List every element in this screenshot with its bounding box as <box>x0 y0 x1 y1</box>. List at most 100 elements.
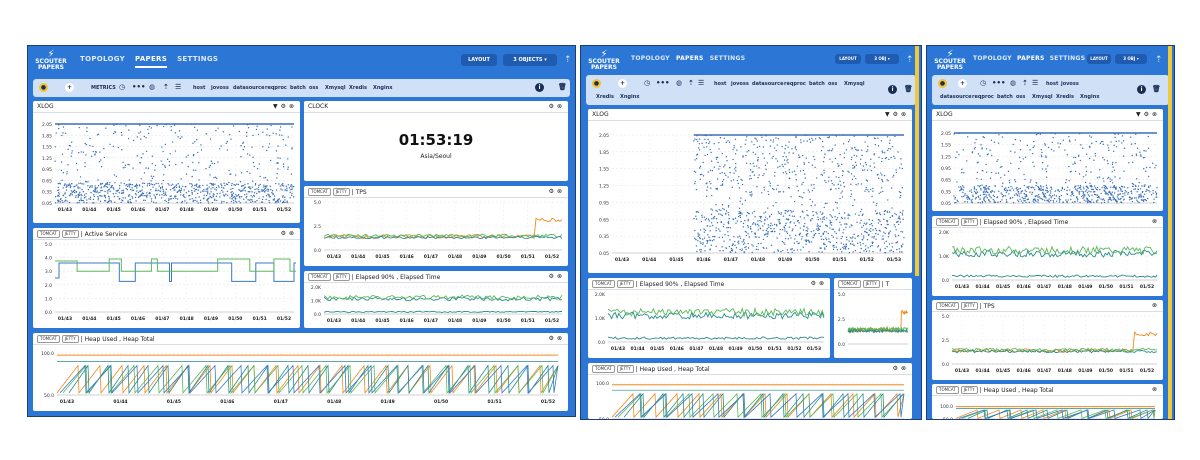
nav-settings[interactable]: SETTINGS <box>177 55 218 68</box>
filter-oss[interactable]: oss <box>1016 94 1025 100</box>
filter-oss[interactable]: oss <box>828 81 837 87</box>
filter-jovoss[interactable]: jovoss <box>211 85 229 91</box>
elapsed-chart[interactable]: 2.0K1.0K0.001/43 01/44 01/45 01/46 01/47 01/4… <box>932 216 1163 296</box>
pin-tool-icon[interactable]: ⇡ <box>688 79 694 87</box>
filter-datasource[interactable]: datasource <box>752 81 784 87</box>
menu-icon[interactable]: ☰ <box>1032 79 1038 87</box>
xlog-point <box>829 227 831 229</box>
scouter-logo[interactable]: ⚡ SCOUTER PAPERS <box>933 50 967 72</box>
xlog-chart[interactable]: 2.051.851.551.250.950.650.350.0501/43 01/… <box>588 109 912 273</box>
nav-settings[interactable]: SETTINGS <box>1050 55 1086 65</box>
pin-tool-icon[interactable]: ⇡ <box>1022 79 1028 87</box>
filter-xredis[interactable]: Xredis <box>596 94 614 100</box>
nav-papers[interactable]: PAPERS <box>676 55 704 65</box>
trash-icon[interactable]: 🗑 <box>904 85 913 93</box>
filter-host[interactable]: host <box>1046 81 1058 87</box>
nav-settings[interactable]: SETTINGS <box>710 55 746 65</box>
tps-chart[interactable]: 5.02.50.001/43 01/44 01/45 01/46 01/47 01/48 0… <box>304 186 568 266</box>
yellow-status-icon[interactable]: ● <box>592 79 601 88</box>
yellow-status-icon[interactable]: ● <box>938 79 947 88</box>
heap-chart[interactable]: 100.050.0 <box>588 363 912 419</box>
filter-xredis[interactable]: Xredis <box>349 85 367 91</box>
xlog-chart[interactable]: 2.051.851.551.250.950.650.350.0501/43 01/… <box>33 101 300 223</box>
xlog-point <box>1074 139 1076 141</box>
globe-icon[interactable]: ◍ <box>1010 79 1016 87</box>
xlog-point <box>233 195 236 198</box>
filter-datasource[interactable]: datasource <box>940 94 972 100</box>
pin-icon[interactable]: ⇡ <box>564 55 572 65</box>
tps-chart[interactable]: 5.02.50.0 <box>834 278 912 358</box>
filter-xnginx[interactable]: Xnginx <box>373 85 393 91</box>
info-icon[interactable]: i <box>888 85 897 94</box>
filter-xnginx[interactable]: Xnginx <box>1080 94 1100 100</box>
heap-chart[interactable]: 100.050.001/43 01/44 01/45 01/46 01/47 01/48 0… <box>33 333 568 411</box>
filter-xmysql[interactable]: Xmysql <box>1032 94 1053 100</box>
filter-batch[interactable]: batch <box>290 85 306 91</box>
close-icon[interactable]: ⊗ <box>557 103 565 110</box>
filter-host[interactable]: host <box>714 81 726 87</box>
objects-dropdown[interactable]: 3 OBJECTS ▾ <box>503 54 557 66</box>
filter-xmysql[interactable]: Xmysql <box>325 85 346 91</box>
more-icon[interactable]: ••• <box>656 79 669 87</box>
plus-icon[interactable]: + <box>65 83 74 92</box>
settings-icon[interactable]: ⚙ <box>549 103 557 110</box>
globe-icon[interactable]: ◍ <box>676 79 682 87</box>
scouter-logo[interactable]: ⚡ SCOUTER PAPERS <box>34 50 68 72</box>
menu-icon[interactable]: ☰ <box>698 79 704 87</box>
tps-chart[interactable]: 5.02.50.001/43 01/44 01/45 01/46 01/47 01/48 0… <box>932 300 1163 380</box>
filter-xmysql[interactable]: Xmysql <box>844 81 865 87</box>
objects-dropdown[interactable]: 3 OBJ ▾ <box>1115 54 1147 64</box>
filter-host[interactable]: host <box>193 85 205 91</box>
more-icon[interactable]: ••• <box>992 79 1005 87</box>
filter-xredis[interactable]: Xredis <box>1056 94 1074 100</box>
globe-icon[interactable]: ◍ <box>149 83 155 91</box>
filter-oss[interactable]: oss <box>309 85 318 91</box>
nav-topology[interactable]: TOPOLOGY <box>80 55 125 68</box>
clock-icon[interactable]: ◷ <box>119 83 125 91</box>
menu-icon[interactable]: ☰ <box>175 83 181 91</box>
filter-jovoss[interactable]: jovoss <box>731 81 749 87</box>
elapsed-chart[interactable]: 2.0K1.0K0.001/43 01/44 01/45 01/46 01/47 01/4… <box>588 278 830 358</box>
clock-icon[interactable]: ◷ <box>644 79 650 87</box>
xlog-point <box>137 196 140 198</box>
objects-dropdown[interactable]: 3 OBJ ▾ <box>865 54 899 64</box>
scouter-logo[interactable]: ⚡ SCOUTER PAPERS <box>587 50 621 72</box>
layout-button[interactable]: LAYOUT <box>835 54 861 64</box>
plus-icon[interactable]: + <box>958 79 967 88</box>
xlog-point <box>1017 191 1020 193</box>
info-icon[interactable]: i <box>535 83 544 92</box>
filter-reqproc[interactable]: reqproc <box>972 94 994 100</box>
xlog-point <box>753 165 755 167</box>
plus-icon[interactable]: + <box>618 79 627 88</box>
filter-jovoss[interactable]: jovoss <box>1061 81 1079 87</box>
filter-reqproc[interactable]: reqproc <box>265 85 287 91</box>
clock-icon[interactable]: ◷ <box>980 79 986 87</box>
pin-icon[interactable]: ⇡ <box>906 55 914 65</box>
filter-xnginx[interactable]: Xnginx <box>620 94 640 100</box>
nav-topology[interactable]: TOPOLOGY <box>631 55 670 65</box>
heap-chart[interactable]: 100.050.0 <box>932 384 1163 419</box>
xlog-chart[interactable]: 2.051.551.250.950.650.350.05 <box>932 109 1163 211</box>
elapsed-chart[interactable]: 2.0K1.0K0.001/43 01/44 01/45 01/46 01/47 01/4… <box>304 271 568 328</box>
pin-icon[interactable]: ⇡ <box>1155 55 1163 65</box>
more-icon[interactable]: ••• <box>132 83 145 91</box>
scroll-indicator[interactable] <box>1168 46 1172 419</box>
info-icon[interactable]: i <box>1137 85 1146 94</box>
layout-button[interactable]: LAYOUT <box>1087 54 1111 64</box>
scroll-indicator[interactable] <box>915 46 919 276</box>
filter-batch[interactable]: batch <box>997 94 1013 100</box>
filter-batch[interactable]: batch <box>809 81 825 87</box>
nav-papers[interactable]: PAPERS <box>135 55 168 68</box>
yellow-status-icon[interactable]: ● <box>39 83 48 92</box>
pin-tool-icon[interactable]: ⇡ <box>163 83 169 91</box>
active-service-chart[interactable]: 5.04.03.02.01.00.001/43 01/44 01/45 01/46 01… <box>33 228 300 328</box>
nav-papers[interactable]: PAPERS <box>1017 55 1045 65</box>
layout-button[interactable]: LAYOUT <box>461 54 497 66</box>
trash-icon[interactable]: 🗑 <box>558 83 567 91</box>
trash-icon[interactable]: 🗑 <box>1152 85 1161 93</box>
xlog-point <box>257 133 260 136</box>
filter-reqproc[interactable]: reqproc <box>784 81 806 87</box>
filter-datasource[interactable]: datasource <box>233 85 265 91</box>
xlog-point <box>868 191 870 193</box>
nav-topology[interactable]: TOPOLOGY <box>973 55 1012 65</box>
